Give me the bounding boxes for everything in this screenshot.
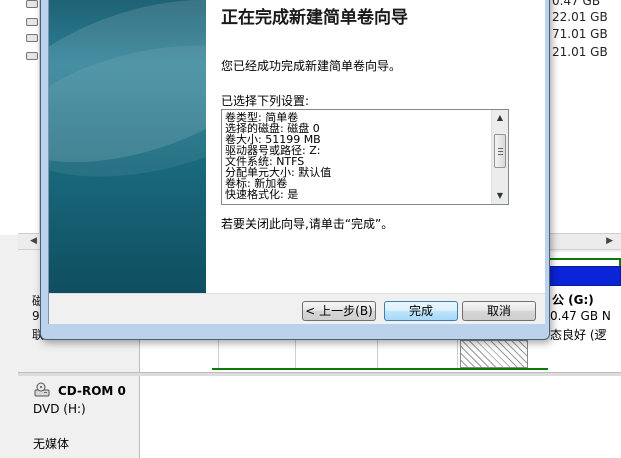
scroll-left-icon[interactable]: ◀ [30, 236, 37, 246]
disk-size-truncated: 9 [32, 309, 40, 323]
volume-icon [26, 52, 38, 60]
partition-g-size: 0.47 GB N [550, 309, 611, 323]
wizard-title: 正在完成新建简单卷向导 [221, 8, 408, 28]
capacity-cell: 71.01 GB [552, 27, 608, 41]
partition-cell[interactable] [145, 340, 219, 368]
new-simple-volume-wizard: 正在完成新建简单卷向导 您已经成功完成新建简单卷向导。 已选择下列设置: 卷类型… [40, 0, 550, 340]
cdrom-drive-letter: DVD (H:) [33, 402, 86, 416]
settings-text[interactable]: 卷类型: 简单卷 选择的磁盘: 磁盘 0 卷大小: 51199 MB 驱动器号或… [225, 112, 490, 204]
capacity-column: 0.47 GB 22.01 GB 71.01 GB 21.01 GB [548, 0, 621, 235]
partition-g-header-bar [548, 266, 621, 286]
setting-line: 快速格式化: 是 [225, 188, 299, 201]
partition-cell[interactable] [380, 340, 458, 368]
cdrom-media-status: 无媒体 [33, 437, 70, 451]
settings-list-box[interactable]: 卷类型: 简单卷 选择的磁盘: 磁盘 0 卷大小: 51199 MB 驱动器号或… [221, 109, 509, 205]
back-button[interactable]: < 上一步(B) [302, 301, 376, 321]
partition-g-name: 公 (G:) [552, 293, 594, 307]
partition-cell[interactable] [222, 340, 296, 368]
settings-vertical-scrollbar[interactable]: ▲ ▼ [491, 110, 508, 204]
scroll-down-icon[interactable]: ▼ [492, 188, 508, 204]
scroll-right-icon[interactable]: ▶ [606, 236, 613, 246]
cancel-button[interactable]: 取消 [462, 301, 536, 321]
wizard-button-bar: < 上一步(B) 完成 取消 [49, 293, 545, 324]
volume-icon [26, 18, 38, 26]
capacity-cell: 22.01 GB [552, 10, 608, 24]
volume-icon [26, 34, 38, 42]
wizard-body: 正在完成新建简单卷向导 您已经成功完成新建简单卷向导。 已选择下列设置: 卷类型… [48, 0, 545, 324]
cdrom-info[interactable]: CD-ROM 0 DVD (H:) 无媒体 [18, 376, 140, 458]
partition-cell[interactable] [298, 340, 378, 368]
volume-icon [26, 0, 38, 8]
scroll-up-icon[interactable]: ▲ [492, 110, 508, 126]
finish-button[interactable]: 完成 [384, 301, 458, 321]
wizard-side-banner [49, 0, 206, 293]
scroll-thumb[interactable] [494, 134, 506, 168]
partition-g[interactable]: 公 (G:) 0.47 GB N 态良好 (逻 [548, 266, 621, 370]
wizard-intro: 您已经成功完成新建简单卷向导。 [221, 59, 402, 73]
cdrom-drive-icon [34, 382, 50, 397]
capacity-cell: 0.47 GB [552, 0, 601, 8]
cdrom-title: CD-ROM 0 [58, 384, 126, 398]
unallocated-partition-cell[interactable] [460, 340, 528, 368]
partition-g-status: 态良好 (逻 [550, 328, 607, 342]
finish-instruction: 若要关闭此向导,请单击“完成”。 [221, 217, 394, 231]
capacity-cell: 21.01 GB [552, 45, 608, 59]
wizard-content: 正在完成新建简单卷向导 您已经成功完成新建简单卷向导。 已选择下列设置: 卷类型… [206, 0, 545, 293]
settings-label: 已选择下列设置: [221, 94, 310, 108]
